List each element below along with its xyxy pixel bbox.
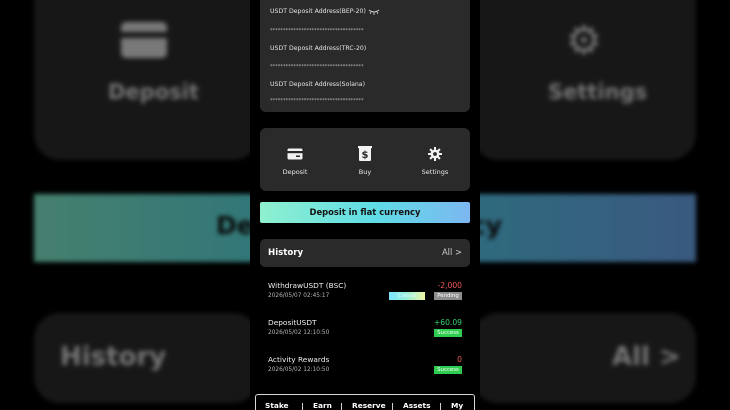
bg-deposit-label: Deposit bbox=[108, 80, 199, 104]
tab-earn[interactable]: Earn bbox=[313, 401, 332, 410]
bg-deposit-card bbox=[34, 0, 259, 160]
address-label-bep20: USDT Deposit Address(BEP-20) bbox=[270, 8, 366, 15]
tab-assets[interactable]: Assets bbox=[403, 401, 430, 410]
status-badge: Success bbox=[434, 366, 462, 374]
status-badge: Success bbox=[434, 329, 462, 337]
tab-divider bbox=[392, 403, 393, 410]
history-all-link[interactable]: All > bbox=[442, 247, 462, 257]
quick-actions-card: Deposit $ Buy Settings bbox=[260, 128, 470, 191]
transaction-row[interactable]: Activity Rewards 2026/05/02 12:10:50 0 S… bbox=[268, 355, 462, 379]
transaction-date: 2026/05/02 12:10:50 bbox=[268, 367, 330, 373]
deposit-address-card: USDT Deposit Address(BEP-20) ***********… bbox=[260, 0, 470, 112]
gear-icon bbox=[428, 147, 442, 161]
tab-divider bbox=[440, 403, 441, 410]
bg-card-icon bbox=[121, 22, 167, 58]
transaction-name: DepositUSDT bbox=[268, 318, 317, 327]
transaction-name: WithdrawUSDT (BSC) bbox=[268, 281, 347, 290]
tab-divider bbox=[341, 403, 342, 410]
tab-reserve[interactable]: Reserve bbox=[352, 401, 386, 410]
dollar-receipt-icon: $ bbox=[358, 146, 372, 161]
transaction-row[interactable]: DepositUSDT 2026/05/02 12:10:50 +60.09 S… bbox=[268, 318, 462, 342]
address-value-bep20[interactable]: ************************************ bbox=[270, 28, 364, 34]
settings-action-button[interactable]: Settings bbox=[410, 146, 460, 176]
bottom-tab-bar: Stake Earn Reserve Assets My bbox=[255, 394, 475, 410]
svg-text:$: $ bbox=[362, 150, 369, 161]
cancel-button[interactable]: Cancel bbox=[389, 292, 425, 300]
tab-stake[interactable]: Stake bbox=[265, 401, 289, 410]
card-icon bbox=[287, 148, 303, 160]
transaction-amount: +60.09 bbox=[433, 318, 462, 327]
deposit-action-label: Deposit bbox=[282, 168, 308, 176]
phone-screen: USDT Deposit Address(BEP-20) ***********… bbox=[250, 0, 480, 410]
transaction-date: 2026/05/02 12:10:50 bbox=[268, 330, 330, 336]
tab-my[interactable]: My bbox=[451, 401, 463, 410]
address-label-trc20: USDT Deposit Address(TRC-20) bbox=[270, 45, 367, 52]
address-label-solana: USDT Deposit Address(Solana) bbox=[270, 81, 365, 88]
transaction-amount: -2,000 bbox=[437, 281, 462, 290]
bg-settings-card bbox=[472, 0, 696, 160]
bg-all-label: All > bbox=[612, 342, 681, 372]
history-title: History bbox=[268, 248, 304, 258]
buy-action-label: Buy bbox=[358, 168, 372, 176]
bg-settings-label: Settings bbox=[548, 80, 648, 104]
status-badge: Pending bbox=[434, 292, 462, 300]
bg-history-card-right bbox=[472, 313, 696, 403]
bg-gear-icon: ⚙ bbox=[566, 18, 602, 64]
settings-action-label: Settings bbox=[421, 168, 449, 176]
address-value-trc20[interactable]: ************************************ bbox=[270, 64, 364, 70]
history-header: History All > bbox=[260, 239, 470, 267]
transaction-name: Activity Rewards bbox=[268, 355, 330, 364]
bg-history-card-left bbox=[34, 313, 259, 403]
transaction-row[interactable]: WithdrawUSDT (BSC) 2026/05/07 02:45:17 -… bbox=[268, 281, 462, 305]
transaction-date: 2026/05/07 02:45:17 bbox=[268, 293, 330, 299]
buy-action-button[interactable]: $ Buy bbox=[340, 146, 390, 176]
deposit-flat-currency-button[interactable]: Deposit in flat currency bbox=[260, 202, 470, 223]
deposit-action-button[interactable]: Deposit bbox=[270, 146, 320, 176]
address-value-solana[interactable]: ************************************ bbox=[270, 98, 364, 104]
transaction-amount: 0 bbox=[457, 355, 462, 364]
eye-hidden-icon[interactable] bbox=[368, 9, 380, 15]
bg-history-label: History bbox=[60, 342, 167, 372]
tab-divider bbox=[302, 403, 303, 410]
